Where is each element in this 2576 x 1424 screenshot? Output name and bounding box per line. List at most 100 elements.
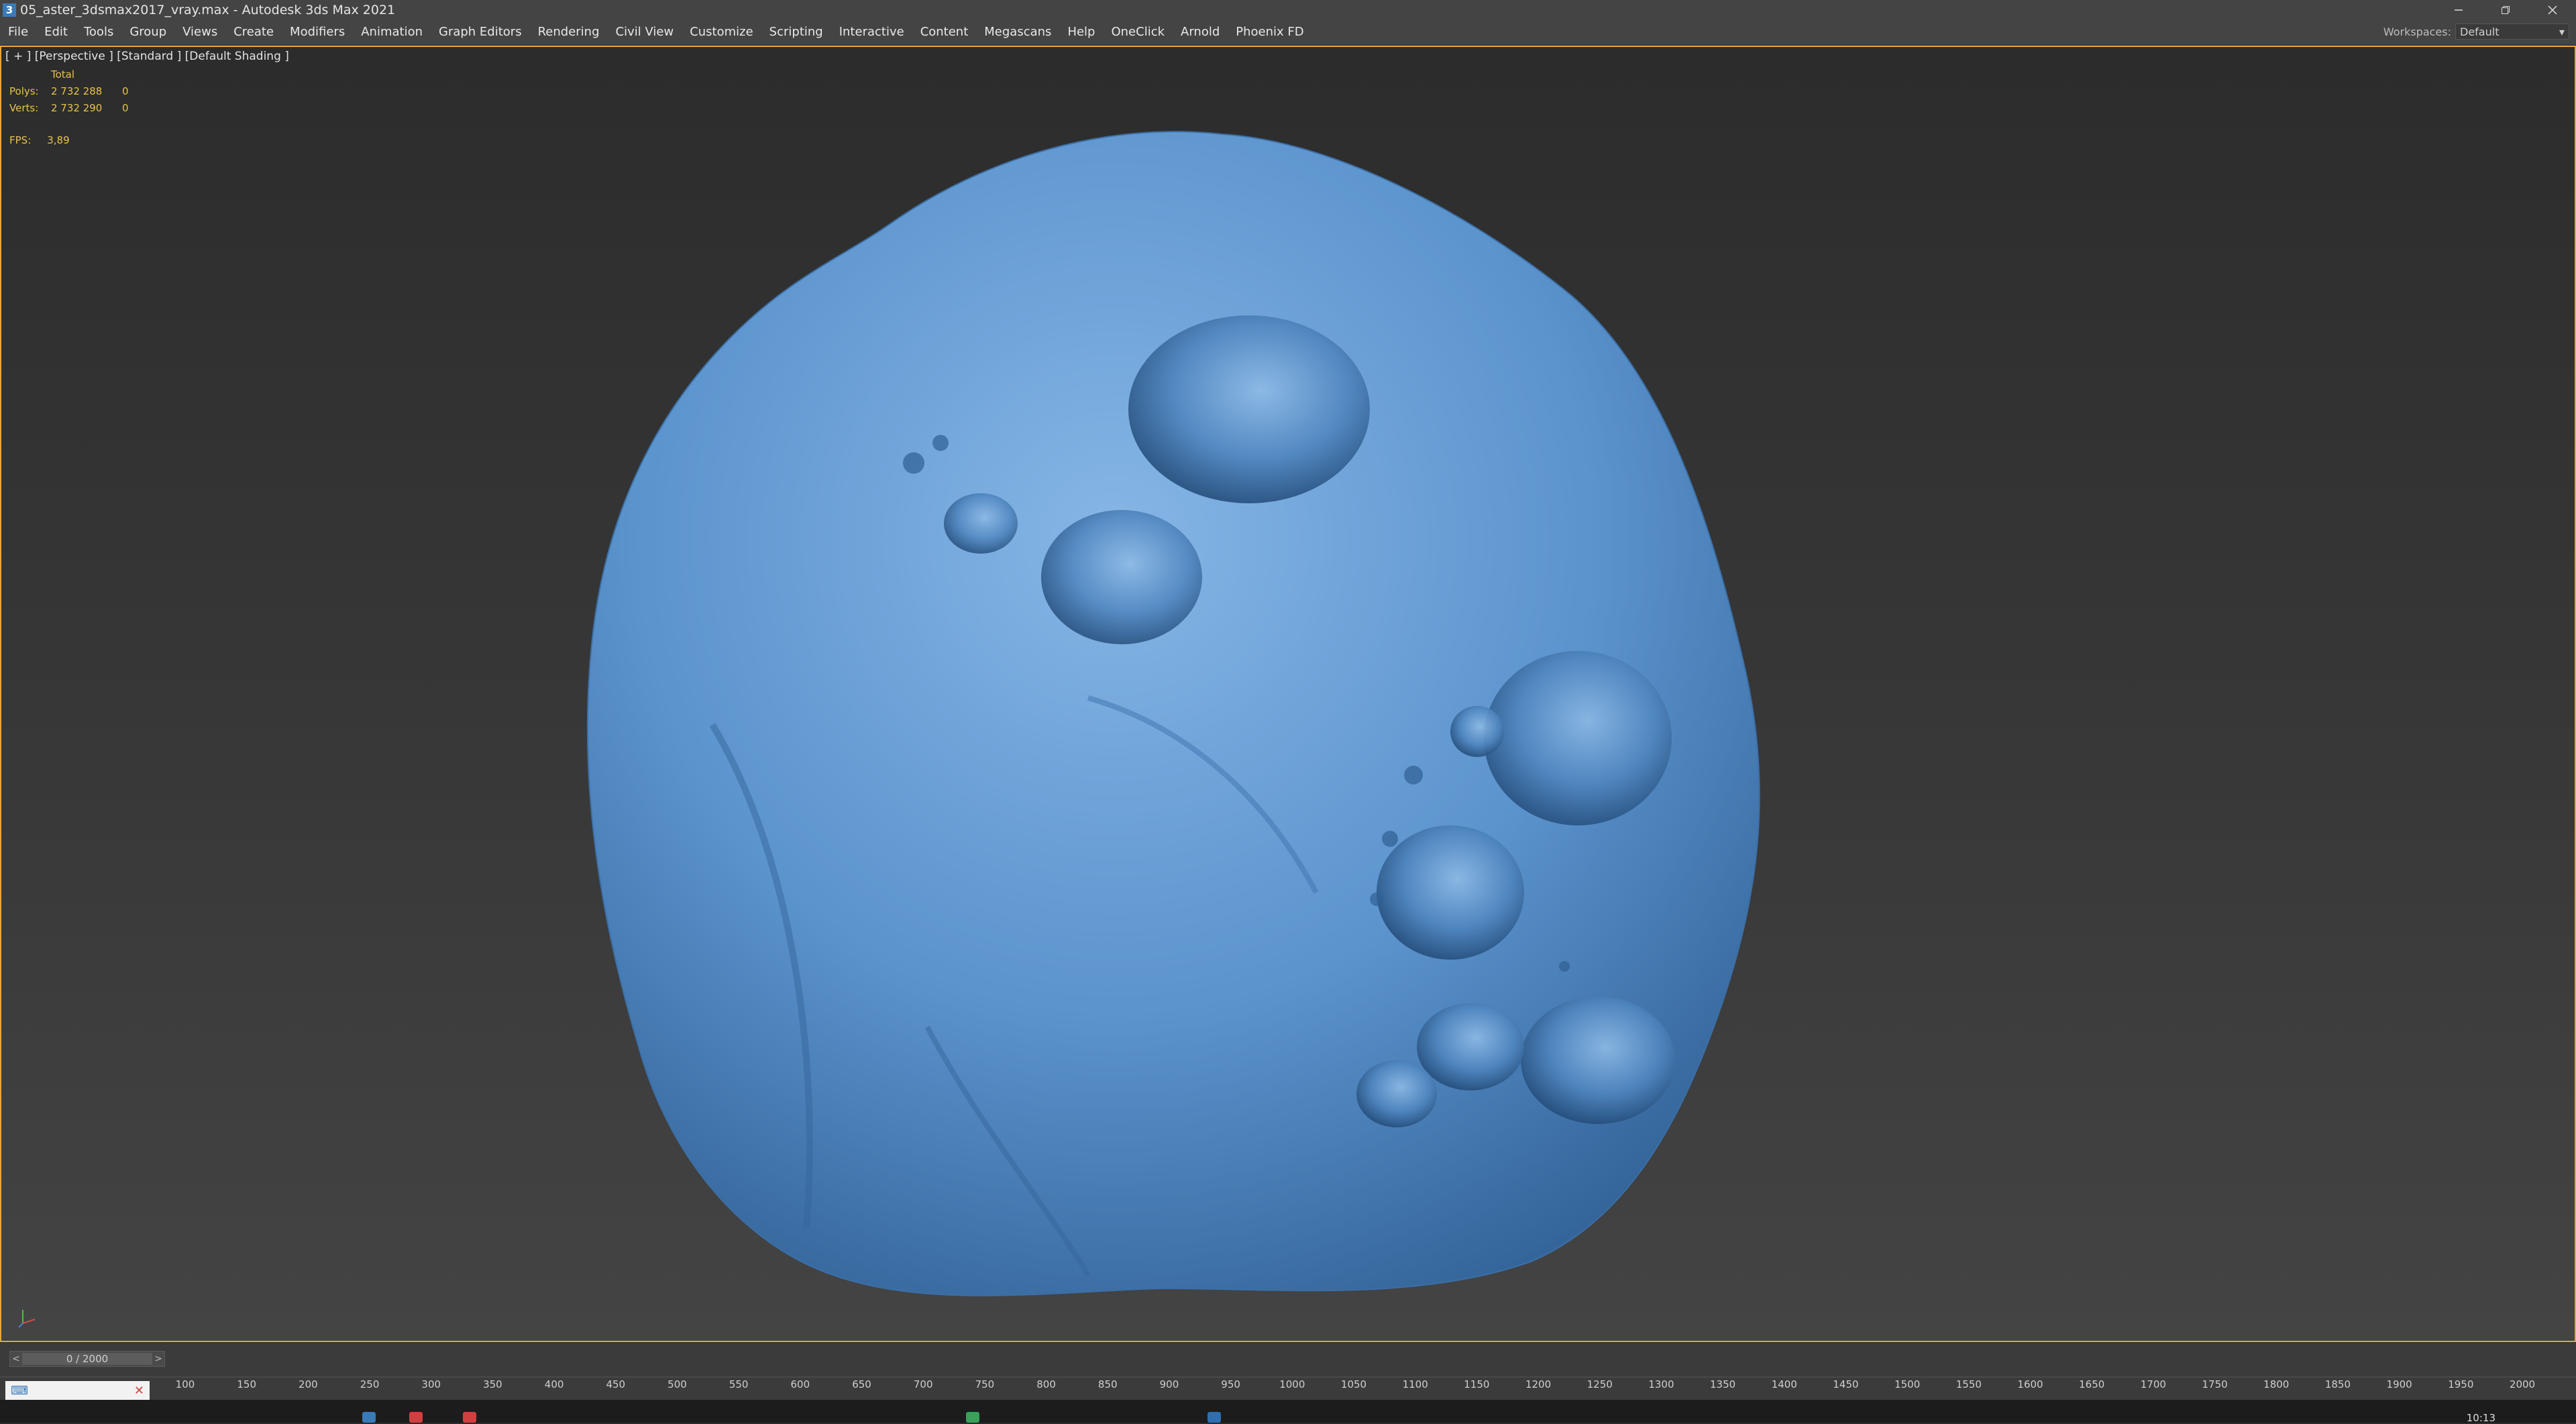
close-icon[interactable]: ✕ [134,1384,144,1398]
taskbar-app-icon[interactable] [362,1412,376,1423]
asteroid-mesh[interactable] [578,121,1920,1369]
menu-group[interactable]: Group [121,20,174,44]
track-bar-tick-label: 150 [237,1378,256,1390]
track-bar-tick-label: 300 [421,1378,441,1390]
menu-customize[interactable]: Customize [682,20,761,44]
time-slider-thumb[interactable]: 0 / 2000 [22,1353,152,1365]
taskbar-3dsmax-icon[interactable] [1208,1412,1221,1423]
track-bar-tick-label: 750 [975,1378,995,1390]
window-controls [2435,0,2576,20]
menu-graph-editors[interactable]: Graph Editors [431,20,530,44]
track-bar-tick-label: 350 [483,1378,502,1390]
track-bar-tick-label: 700 [913,1378,933,1390]
track-bar-tick-label: 1950 [2448,1378,2474,1390]
menu-views[interactable]: Views [174,20,225,44]
taskbar-app-icon[interactable] [409,1412,423,1423]
track-bar-tick-label: 850 [1097,1378,1118,1390]
track-bar-tick-label: 1150 [1464,1378,1490,1390]
close-icon [2548,5,2557,15]
windows-taskbar [0,1400,2576,1423]
track-bar-tick-label: 1500 [1894,1378,1921,1390]
menu-animation[interactable]: Animation [353,20,431,44]
track-bar-tick-label: 1350 [1710,1378,1736,1390]
track-bar-tick-label: 650 [852,1378,871,1390]
fps-value: 3,89 [47,134,70,146]
taskbar-clock: 10:13 [2466,1412,2496,1424]
track-bar-tick-label: 1900 [2386,1378,2412,1390]
track-bar-tick-label: 1400 [1771,1378,1797,1390]
polys-selected: 0 [122,85,129,97]
restore-icon [2502,6,2510,14]
track-bar-tick-label: 1600 [2017,1378,2043,1390]
track-bar-tick-label: 950 [1221,1378,1240,1390]
time-slider-prev-button[interactable]: < [10,1354,22,1364]
menu-tools[interactable]: Tools [76,20,121,44]
menu-civil-view[interactable]: Civil View [608,20,682,44]
menu-modifiers[interactable]: Modifiers [282,20,353,44]
taskbar-app-icon[interactable] [966,1412,979,1423]
workspace-value: Default [2460,25,2500,38]
maxscript-listener[interactable]: ⌨ ✕ [5,1381,150,1400]
fps-counter: FPS: 3,89 [9,134,70,146]
track-bar-tick-label: 1850 [2324,1378,2351,1390]
track-bar-tick-label: 1000 [1279,1378,1305,1390]
track-bar-tick-label: 100 [175,1378,195,1390]
track-bar-tick-label: 900 [1159,1378,1179,1390]
track-bar-tick-label: 1250 [1587,1378,1613,1390]
fps-label: FPS: [9,134,32,146]
track-bar-tick-label: 800 [1036,1378,1056,1390]
stats-polys-row: Polys: 2 732 288 0 [9,83,129,99]
maxscript-icon: ⌨ [11,1383,28,1398]
time-slider[interactable]: < 0 / 2000 > [9,1351,165,1367]
close-button[interactable] [2529,0,2576,20]
title-bar: 3 05_aster_3dsmax2017_vray.max - Autodes… [0,0,2576,20]
menu-create[interactable]: Create [225,20,282,44]
menu-phoenix-fd[interactable]: Phoenix FD [1228,20,1311,44]
menu-file[interactable]: File [0,20,36,44]
track-bar-tick-label: 550 [729,1378,749,1390]
menu-bar: File Edit Tools Group Views Create Modif… [0,20,2576,46]
menu-help[interactable]: Help [1059,20,1103,44]
menu-megascans[interactable]: Megascans [976,20,1059,44]
window-title: 05_aster_3dsmax2017_vray.max - Autodesk … [20,3,396,17]
app-icon[interactable]: 3 [3,3,16,17]
menu-rendering[interactable]: Rendering [530,20,608,44]
stats-header: Total [51,68,75,81]
workspace-dropdown[interactable]: Default ▾ [2455,23,2569,40]
track-bar-tick-label: 500 [667,1378,687,1390]
track-bar-tick-label: 1700 [2140,1378,2166,1390]
menu-arnold[interactable]: Arnold [1173,20,1228,44]
time-slider-next-button[interactable]: > [152,1354,164,1364]
track-bar-tick-label: 2000 [2509,1378,2536,1390]
track-bar-tick-label: 450 [606,1378,626,1390]
minimize-button[interactable] [2435,0,2482,20]
track-bar-tick-label: 250 [360,1378,380,1390]
stats-verts-row: Verts: 2 732 290 0 [9,99,129,116]
track-bar-tick-label: 1300 [1648,1378,1674,1390]
time-slider-bar: < 0 / 2000 > [0,1342,2576,1375]
menu-scripting[interactable]: Scripting [761,20,831,44]
chevron-down-icon: ▾ [2559,25,2565,38]
track-bar-tick-label: 200 [299,1378,318,1390]
track-bar-tick-label: 1200 [1525,1378,1552,1390]
restore-button[interactable] [2482,0,2529,20]
track-bar-tick-label: 1750 [2202,1378,2228,1390]
menu-edit[interactable]: Edit [36,20,76,44]
viewport-label[interactable]: [ + ] [Perspective ] [Standard ] [Defaul… [5,50,289,63]
polys-total: 2 732 288 [51,85,103,97]
taskbar-app-icon[interactable] [463,1412,476,1423]
menu-content[interactable]: Content [912,20,977,44]
menu-interactive[interactable]: Interactive [831,20,912,44]
track-bar-tick-label: 1550 [1955,1378,1982,1390]
track-bar[interactable]: 100 150 200 250 300 350 400 450 500 550 600 650 700 7… [0,1374,2576,1400]
perspective-viewport[interactable]: [ + ] [Perspective ] [Standard ] [Defaul… [0,46,2576,1342]
verts-label: Verts: [9,101,39,114]
track-bar-tick-label: 400 [544,1378,564,1390]
menu-oneclick[interactable]: OneClick [1103,20,1173,44]
track-bar-tick-label: 1050 [1340,1378,1367,1390]
track-bar-tick-label: 1100 [1402,1378,1428,1390]
axis-gizmo-icon [18,1310,36,1328]
track-bar-tick-label: 1800 [2263,1378,2290,1390]
verts-selected: 0 [122,101,129,114]
track-bar-tick-label: 1450 [1833,1378,1859,1390]
